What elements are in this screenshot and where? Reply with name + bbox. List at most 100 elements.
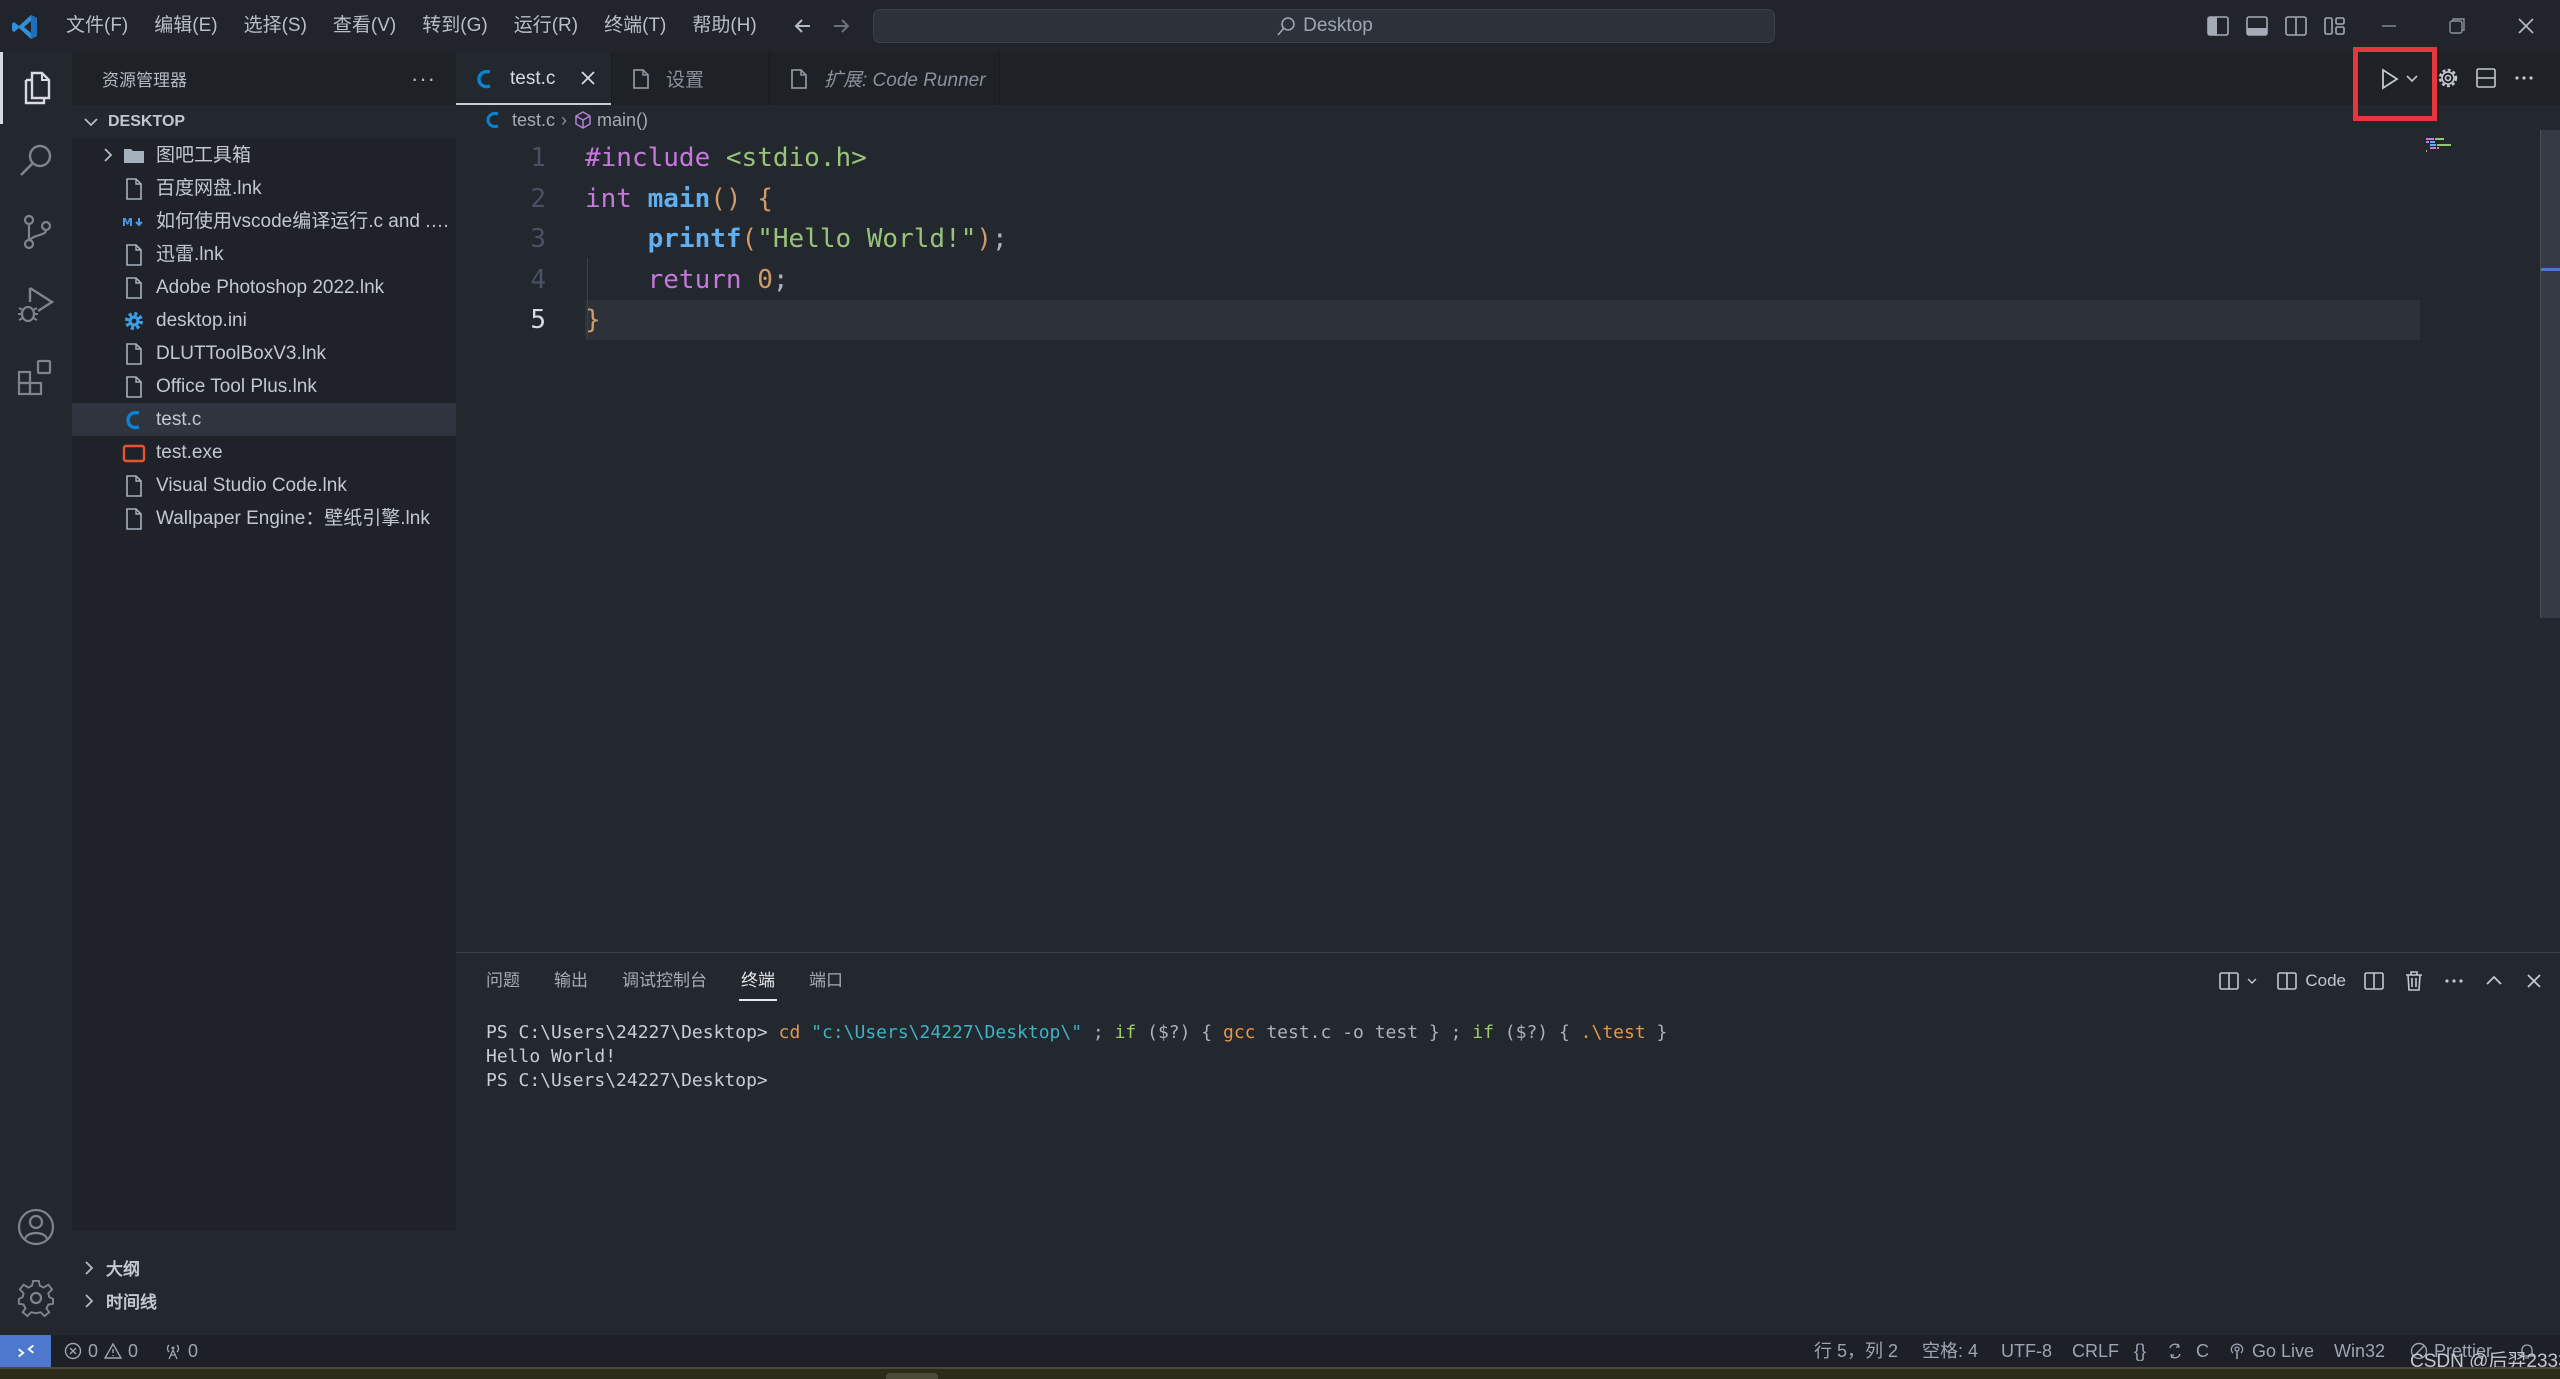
chevron-right-icon[interactable] bbox=[98, 145, 118, 165]
end-of-line[interactable]: CRLF bbox=[2072, 1335, 2119, 1367]
file-tree-item[interactable]: Office Tool Plus.lnk bbox=[72, 370, 456, 403]
file-tree-item[interactable]: Adobe Photoshop 2022.lnk bbox=[72, 271, 456, 304]
indent-guide bbox=[587, 258, 588, 338]
search-icon[interactable] bbox=[16, 140, 56, 180]
close-panel-icon[interactable] bbox=[2522, 969, 2546, 993]
menu-run[interactable]: 运行(R) bbox=[502, 8, 592, 44]
menu-selection[interactable]: 选择(S) bbox=[232, 8, 321, 44]
more-actions-icon[interactable] bbox=[2512, 66, 2536, 90]
language-status-braces[interactable]: {} bbox=[2134, 1335, 2146, 1367]
minimize-icon[interactable] bbox=[2369, 12, 2409, 40]
menu-help[interactable]: 帮助(H) bbox=[680, 8, 770, 44]
language-label: C bbox=[2196, 1341, 2209, 1361]
tab-settings[interactable]: 设置 bbox=[612, 52, 770, 105]
back-arrow-icon[interactable] bbox=[788, 12, 818, 40]
code-token: main bbox=[647, 183, 711, 214]
go-live-button[interactable]: Go Live bbox=[2228, 1335, 2314, 1367]
file-tree-item[interactable]: Visual Studio Code.lnk bbox=[72, 469, 456, 502]
terminal-token: cd bbox=[778, 1022, 801, 1043]
file-icon bbox=[122, 474, 146, 498]
breadcrumb-symbol[interactable]: main() bbox=[597, 110, 648, 131]
timeline-section[interactable]: 时间线 bbox=[72, 1284, 456, 1317]
code-text: printf("Hello World!"); bbox=[585, 219, 1008, 259]
breadcrumb-file[interactable]: test.c bbox=[512, 110, 555, 131]
new-terminal-layout-icon[interactable] bbox=[2217, 969, 2241, 993]
file-tree-item[interactable]: M 如何使用vscode编译运行.c and .c... bbox=[72, 205, 456, 238]
taskbar-handle bbox=[886, 1373, 938, 1379]
file-tree-item[interactable]: desktop.ini bbox=[72, 304, 456, 337]
ports-indicator[interactable]: 0 bbox=[164, 1335, 198, 1367]
split-terminal-icon[interactable] bbox=[2362, 969, 2386, 993]
terminal-split-icon[interactable] bbox=[2275, 969, 2299, 993]
code-line[interactable]: 5} bbox=[456, 300, 2560, 341]
file-tree-item[interactable]: DLUTToolBoxV3.lnk bbox=[72, 337, 456, 370]
toggle-panel-icon[interactable] bbox=[2245, 14, 2269, 38]
encoding[interactable]: UTF-8 bbox=[2001, 1335, 2052, 1367]
tab-debug-console[interactable]: 调试控制台 bbox=[622, 953, 707, 1009]
language-mode[interactable]: C bbox=[2166, 1335, 2209, 1367]
code-token: "Hello World!" bbox=[757, 224, 977, 255]
file-tree-item[interactable]: test.c bbox=[72, 403, 456, 436]
folder-header-desktop[interactable]: DESKTOP bbox=[72, 105, 456, 138]
tab-test-c[interactable]: test.c bbox=[456, 52, 612, 105]
tab-output[interactable]: 输出 bbox=[554, 953, 588, 1009]
menu-file[interactable]: 文件(F) bbox=[54, 8, 142, 44]
more-actions-icon[interactable] bbox=[2442, 969, 2466, 993]
code-line[interactable]: 3 printf("Hello World!"); bbox=[456, 219, 2560, 259]
toggle-primary-sidebar-icon[interactable] bbox=[2206, 14, 2230, 38]
menu-edit[interactable]: 编辑(E) bbox=[142, 8, 231, 44]
menu-go[interactable]: 转到(G) bbox=[410, 8, 501, 44]
file-name: Wallpaper Engine：壁纸引擎.lnk bbox=[156, 508, 430, 529]
code-editor[interactable]: 1 #include <stdio.h> 2 int main() {3 printf… bbox=[456, 138, 2560, 952]
more-actions-icon[interactable]: ··· bbox=[411, 66, 436, 92]
terminal-line: PS C:\Users\24227\Desktop> bbox=[486, 1069, 1667, 1093]
outline-section[interactable]: 大纲 bbox=[72, 1251, 456, 1284]
cursor-position[interactable]: 行 5，列 2 bbox=[1814, 1335, 1898, 1367]
code-line[interactable]: 2 int main() { bbox=[456, 179, 2560, 219]
tab-problems[interactable]: 问题 bbox=[486, 953, 520, 1009]
settings-gear-icon[interactable] bbox=[2435, 65, 2461, 91]
command-center-search[interactable]: Desktop bbox=[873, 9, 1775, 43]
tab-extension-code-runner[interactable]: 扩展: Code Runner bbox=[770, 52, 1000, 105]
manage-gear-icon[interactable] bbox=[16, 1279, 56, 1319]
problems-indicator[interactable]: 0 0 bbox=[64, 1335, 138, 1367]
file-tree-item[interactable]: test.exe bbox=[72, 436, 456, 469]
customize-layout-icon[interactable] bbox=[2323, 14, 2347, 38]
code-line[interactable]: 1 #include <stdio.h> bbox=[456, 138, 2560, 178]
file-tree-item[interactable]: 迅雷.lnk bbox=[72, 238, 456, 271]
terminal-output[interactable]: PS C:\Users\24227\Desktop> cd "c:\Users\… bbox=[486, 1021, 1667, 1093]
menu-terminal[interactable]: 终端(T) bbox=[592, 8, 680, 44]
split-editor-icon[interactable] bbox=[2474, 66, 2498, 90]
run-and-debug-icon[interactable] bbox=[16, 284, 56, 324]
tab-label: 设置 bbox=[666, 70, 705, 91]
restore-icon[interactable] bbox=[2437, 12, 2477, 40]
extensions-icon[interactable] bbox=[16, 357, 56, 397]
close-tab-icon[interactable] bbox=[577, 67, 599, 89]
maximize-panel-chevron-up-icon[interactable] bbox=[2482, 969, 2506, 993]
explorer-icon[interactable] bbox=[16, 68, 56, 108]
remote-indicator[interactable] bbox=[0, 1335, 51, 1367]
code-token: ( bbox=[741, 224, 758, 255]
tab-ports[interactable]: 端口 bbox=[809, 953, 843, 1009]
minimap[interactable] bbox=[2426, 137, 2486, 157]
accounts-icon[interactable] bbox=[16, 1207, 56, 1247]
file-tree-item[interactable]: 百度网盘.lnk bbox=[72, 172, 456, 205]
forward-arrow-icon[interactable] bbox=[826, 12, 856, 40]
toggle-secondary-sidebar-icon[interactable] bbox=[2284, 14, 2308, 38]
file-icon bbox=[122, 276, 146, 300]
platform-indicator[interactable]: Win32 bbox=[2334, 1335, 2385, 1367]
status-bar: 0 0 0 行 5，列 2 空格: 4 UTF-8 CRLF {} C Go L… bbox=[0, 1335, 2560, 1367]
source-control-icon[interactable] bbox=[16, 212, 56, 252]
terminal-name[interactable]: Code bbox=[2305, 971, 2346, 991]
editor-scrollbar[interactable] bbox=[2540, 130, 2560, 618]
file-tree-item[interactable]: 图吧工具箱 bbox=[72, 139, 456, 172]
close-window-icon[interactable] bbox=[2506, 12, 2546, 40]
chevron-down-icon[interactable] bbox=[2245, 974, 2259, 988]
tab-terminal[interactable]: 终端 bbox=[739, 953, 777, 1009]
indentation[interactable]: 空格: 4 bbox=[1922, 1335, 1978, 1367]
menu-view[interactable]: 查看(V) bbox=[321, 8, 410, 44]
trash-icon[interactable] bbox=[2402, 969, 2426, 993]
breadcrumb: test.c › main() bbox=[456, 105, 2560, 135]
file-tree-item[interactable]: Wallpaper Engine：壁纸引擎.lnk bbox=[72, 502, 456, 535]
code-line[interactable]: 4 return 0; bbox=[456, 260, 2560, 300]
